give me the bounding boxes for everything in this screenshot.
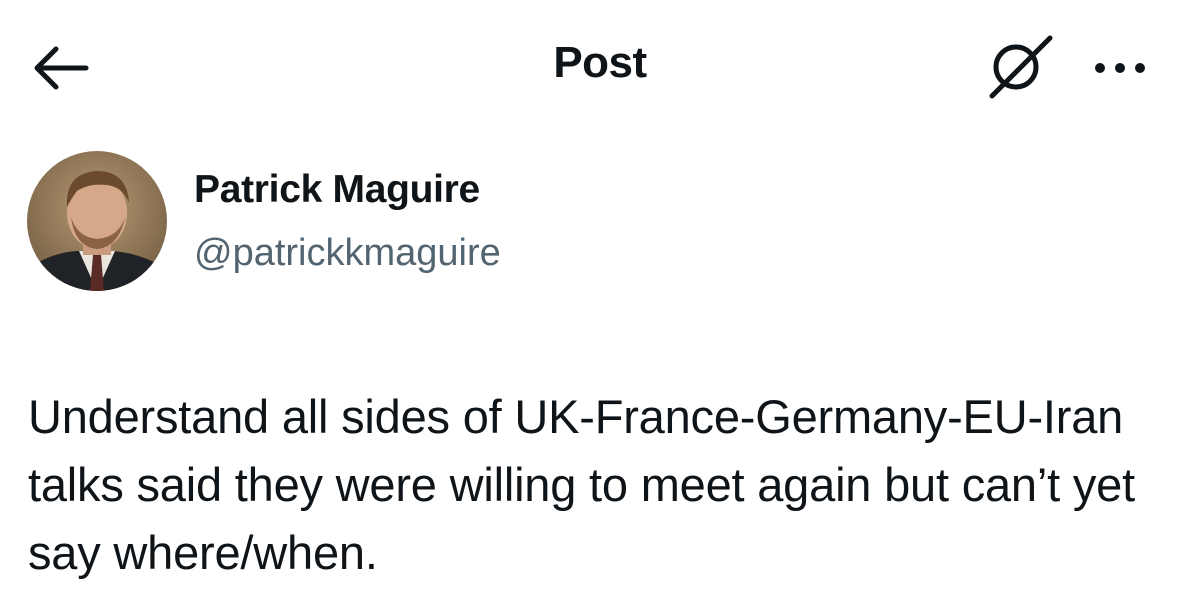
avatar[interactable] <box>27 151 167 291</box>
grok-icon <box>989 35 1053 99</box>
more-horizontal-icon <box>1095 63 1145 73</box>
top-bar: Post <box>0 0 1200 136</box>
post-text: Understand all sides of UK-France-German… <box>28 390 1135 579</box>
more-options-button[interactable] <box>1084 50 1156 86</box>
author-handle[interactable]: @patrickkmaguire <box>194 232 501 275</box>
grok-button[interactable] <box>986 34 1056 100</box>
avatar-photo <box>27 151 167 291</box>
author-name[interactable]: Patrick Maguire <box>194 168 480 212</box>
